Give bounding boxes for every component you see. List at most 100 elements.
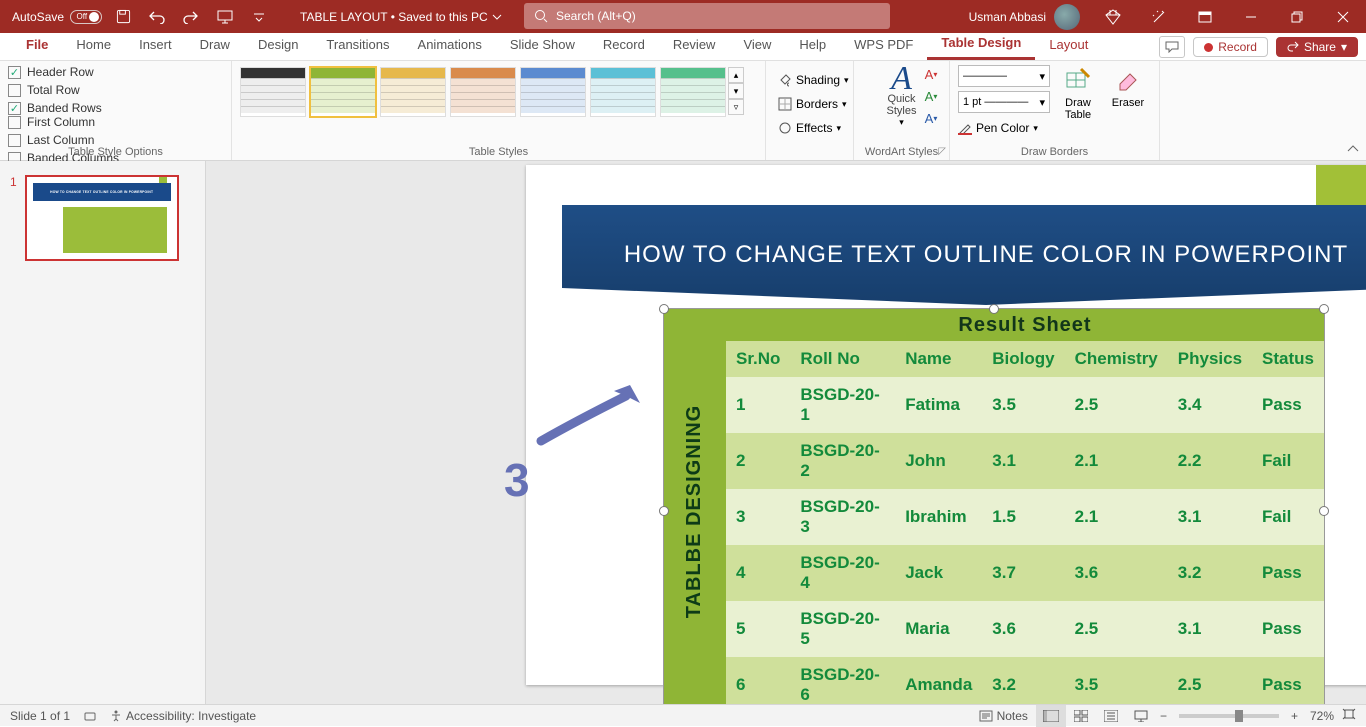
present-icon[interactable] bbox=[212, 0, 238, 33]
table-cell[interactable]: 2.2 bbox=[1168, 433, 1252, 489]
normal-view-icon[interactable] bbox=[1036, 705, 1066, 727]
table-cell[interactable]: Pass bbox=[1252, 601, 1324, 657]
table-cell[interactable]: 3 bbox=[726, 489, 790, 545]
ribbon-display-icon[interactable] bbox=[1182, 0, 1228, 33]
table-header-cell[interactable]: Sr.No bbox=[726, 341, 790, 377]
tab-table-design[interactable]: Table Design bbox=[927, 32, 1035, 60]
tab-draw[interactable]: Draw bbox=[186, 32, 244, 60]
tab-layout[interactable]: Layout bbox=[1035, 32, 1102, 60]
table-style-thumb[interactable] bbox=[380, 67, 446, 117]
table-cell[interactable]: 2.5 bbox=[1065, 601, 1168, 657]
table-cell[interactable]: Pass bbox=[1252, 545, 1324, 601]
table-cell[interactable]: 1 bbox=[726, 377, 790, 433]
table-cell[interactable]: Maria bbox=[895, 601, 982, 657]
table-cell[interactable]: Pass bbox=[1252, 377, 1324, 433]
share-button[interactable]: Share▾ bbox=[1276, 37, 1358, 57]
tab-design[interactable]: Design bbox=[244, 32, 312, 60]
result-table[interactable]: TABLBE DESIGNING Result Sheet Sr.NoRoll … bbox=[664, 309, 1324, 704]
tab-animations[interactable]: Animations bbox=[404, 32, 496, 60]
table-cell[interactable]: 4 bbox=[726, 545, 790, 601]
redo-icon[interactable] bbox=[178, 0, 204, 33]
language-button[interactable] bbox=[84, 710, 96, 722]
table-cell[interactable]: BSGD-20-1 bbox=[790, 377, 895, 433]
table-style-thumb[interactable] bbox=[590, 67, 656, 117]
text-fill-button[interactable]: A▾ bbox=[917, 65, 945, 83]
table-header-cell[interactable]: Biology bbox=[982, 341, 1064, 377]
table-cell[interactable]: 3.7 bbox=[982, 545, 1064, 601]
table-style-thumb[interactable] bbox=[660, 67, 726, 117]
table-cell[interactable]: 3.2 bbox=[982, 657, 1064, 704]
table-cell[interactable]: John bbox=[895, 433, 982, 489]
table-header-cell[interactable]: Name bbox=[895, 341, 982, 377]
check-header-row[interactable]: ✓Header Row bbox=[8, 65, 120, 79]
table-cell[interactable]: 5 bbox=[726, 601, 790, 657]
close-icon[interactable] bbox=[1320, 0, 1366, 33]
table-cell[interactable]: 6 bbox=[726, 657, 790, 704]
gallery-more[interactable]: ▿ bbox=[728, 99, 744, 115]
zoom-in-button[interactable]: + bbox=[1287, 709, 1302, 723]
zoom-out-button[interactable]: − bbox=[1156, 709, 1171, 723]
table-cell[interactable]: Fail bbox=[1252, 433, 1324, 489]
shading-button[interactable]: Shading▾ bbox=[778, 69, 854, 91]
undo-icon[interactable] bbox=[144, 0, 170, 33]
check-first-column[interactable]: First Column bbox=[8, 115, 120, 129]
zoom-slider[interactable] bbox=[1179, 714, 1279, 718]
table-cell[interactable]: 3.5 bbox=[982, 377, 1064, 433]
table-cell[interactable]: 2.5 bbox=[1065, 377, 1168, 433]
table-cell[interactable]: Ibrahim bbox=[895, 489, 982, 545]
table-cell[interactable]: 3.5 bbox=[1065, 657, 1168, 704]
table-style-thumb[interactable] bbox=[450, 67, 516, 117]
slideshow-view-icon[interactable] bbox=[1126, 705, 1156, 727]
tab-home[interactable]: Home bbox=[62, 32, 125, 60]
save-icon[interactable] bbox=[110, 0, 136, 33]
account-button[interactable]: Usman Abbasi bbox=[959, 4, 1090, 30]
table-cell[interactable]: 2.5 bbox=[1168, 657, 1252, 704]
table-row[interactable]: 4BSGD-20-4Jack3.73.63.2Pass bbox=[726, 545, 1324, 601]
table-cell[interactable]: 3.1 bbox=[982, 433, 1064, 489]
borders-button[interactable]: Borders▾ bbox=[778, 93, 854, 115]
table-cell[interactable]: BSGD-20-6 bbox=[790, 657, 895, 704]
diamond-icon[interactable] bbox=[1090, 0, 1136, 33]
tab-wpspdf[interactable]: WPS PDF bbox=[840, 32, 927, 60]
wordart-launcher-icon[interactable]: ◸ bbox=[938, 146, 946, 157]
tab-file[interactable]: File bbox=[12, 32, 62, 60]
collapse-ribbon-icon[interactable] bbox=[1346, 142, 1360, 156]
table-cell[interactable]: 2.1 bbox=[1065, 489, 1168, 545]
pen-color-button[interactable]: Pen Color▾ bbox=[958, 117, 1050, 139]
table-cell[interactable]: 3.4 bbox=[1168, 377, 1252, 433]
tab-transitions[interactable]: Transitions bbox=[312, 32, 403, 60]
table-cell[interactable]: BSGD-20-4 bbox=[790, 545, 895, 601]
table-cell[interactable]: 3.2 bbox=[1168, 545, 1252, 601]
check-total-row[interactable]: Total Row bbox=[8, 83, 120, 97]
table-cell[interactable]: Amanda bbox=[895, 657, 982, 704]
customize-qat-icon[interactable] bbox=[246, 0, 272, 33]
table-style-thumb[interactable] bbox=[240, 67, 306, 117]
accessibility-button[interactable]: Accessibility: Investigate bbox=[110, 709, 256, 723]
notes-button[interactable]: Notes bbox=[979, 709, 1028, 723]
text-outline-button[interactable]: A▾ bbox=[917, 87, 945, 105]
tab-insert[interactable]: Insert bbox=[125, 32, 186, 60]
minimize-icon[interactable] bbox=[1228, 0, 1274, 33]
record-button[interactable]: Record bbox=[1193, 37, 1268, 57]
table-cell[interactable]: 2.1 bbox=[1065, 433, 1168, 489]
pen-style-select[interactable]: ————▾ bbox=[958, 65, 1050, 87]
check-banded-rows[interactable]: ✓Banded Rows bbox=[8, 101, 120, 115]
check-last-column[interactable]: Last Column bbox=[8, 133, 120, 147]
slide-canvas[interactable]: HOW TO CHANGE TEXT OUTLINE COLOR IN POWE… bbox=[206, 161, 1366, 704]
table-header-cell[interactable]: Status bbox=[1252, 341, 1324, 377]
table-cell[interactable]: BSGD-20-2 bbox=[790, 433, 895, 489]
table-style-thumb[interactable] bbox=[520, 67, 586, 117]
table-cell[interactable]: Fail bbox=[1252, 489, 1324, 545]
table-row[interactable]: 3BSGD-20-3Ibrahim1.52.13.1Fail bbox=[726, 489, 1324, 545]
tab-review[interactable]: Review bbox=[659, 32, 730, 60]
table-header-cell[interactable]: Roll No bbox=[790, 341, 895, 377]
text-effects-button[interactable]: A▾ bbox=[917, 109, 945, 127]
tab-record[interactable]: Record bbox=[589, 32, 659, 60]
table-cell[interactable]: Fatima bbox=[895, 377, 982, 433]
table-cell[interactable]: 1.5 bbox=[982, 489, 1064, 545]
table-cell[interactable]: 2 bbox=[726, 433, 790, 489]
zoom-level[interactable]: 72% bbox=[1310, 709, 1334, 723]
fit-to-window-icon[interactable] bbox=[1342, 708, 1356, 723]
table-cell[interactable]: BSGD-20-5 bbox=[790, 601, 895, 657]
gallery-scroll-up[interactable]: ▴ bbox=[728, 67, 744, 83]
